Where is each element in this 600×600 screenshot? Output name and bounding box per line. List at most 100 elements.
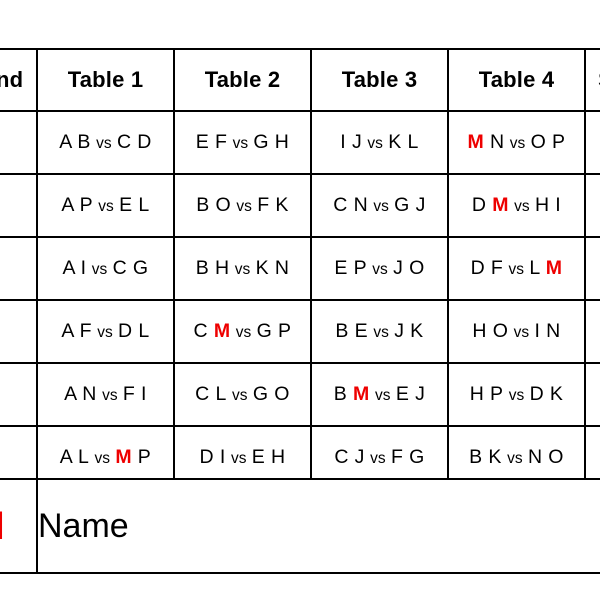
match-side: E L [119, 194, 150, 216]
vs-label: vs [509, 198, 534, 215]
match-side: E P [334, 257, 367, 279]
match-side: A I [62, 257, 86, 279]
player: J [354, 446, 365, 468]
player: F [390, 446, 404, 468]
round-number-cell [0, 173, 38, 238]
match-cell: A N vs F I [36, 362, 175, 427]
schedule-page: Round Table 1 Table 2 Table 3 Table 4 Si… [0, 0, 600, 600]
player: A [62, 257, 75, 279]
player: N [490, 131, 505, 153]
player: D [470, 257, 486, 279]
sit-out-cell [584, 173, 600, 238]
player: L [407, 131, 419, 153]
match-cell: B H vs K N [173, 236, 312, 301]
player: F [122, 383, 136, 405]
player: B [335, 320, 349, 342]
schedule-table-container: Round Table 1 Table 2 Table 3 Table 4 Si… [0, 48, 600, 490]
match-side: B E [335, 320, 368, 342]
schedule-body: A B vs C DE F vs G HI J vs K LM N vs O P… [0, 110, 600, 490]
marked-player: M [545, 257, 563, 279]
vs-label: vs [97, 387, 122, 404]
vs-label: vs [504, 261, 529, 278]
column-header-table-1: Table 1 [36, 48, 175, 112]
player: A [64, 383, 77, 405]
match-side: N O [528, 446, 564, 468]
player: E [354, 320, 369, 342]
match-side: A P [61, 194, 93, 216]
match-cell: H O vs I N [447, 299, 586, 364]
vs-label: vs [92, 324, 118, 341]
match-cell: M N vs O P [447, 110, 586, 175]
player: E [251, 446, 266, 468]
player: N [274, 257, 290, 279]
match-side: B O [196, 194, 231, 216]
vs-label: vs [93, 198, 119, 215]
player: I [555, 194, 562, 216]
sit-out-cell [584, 299, 600, 364]
player: L [215, 383, 227, 405]
player: I [340, 131, 347, 153]
match-cell: B E vs J K [310, 299, 449, 364]
marked-player: M [213, 320, 231, 342]
vs-label: vs [226, 450, 251, 467]
match-side: C G [113, 257, 149, 279]
player: P [353, 257, 367, 279]
match-side: H P [470, 383, 504, 405]
match-side: J O [393, 257, 425, 279]
vs-label: vs [367, 261, 393, 278]
match-side: E F [196, 131, 228, 153]
column-header-sit-out: Sit [584, 48, 600, 112]
player: L [138, 194, 150, 216]
vs-label: vs [369, 198, 394, 215]
vs-label: vs [509, 324, 534, 341]
player: E [119, 194, 133, 216]
player: P [137, 446, 152, 468]
match-side: H O [472, 320, 508, 342]
player: J [415, 383, 426, 405]
match-cell: I J vs K L [310, 110, 449, 175]
match-cell: H P vs D K [447, 362, 586, 427]
match-side: G O [253, 383, 290, 405]
match-side: D M [472, 194, 509, 216]
match-side: D K [530, 383, 564, 405]
table-row: A N vs F IC L vs G OB M vs E JH P vs D K [0, 362, 600, 427]
match-side: B H [196, 257, 230, 279]
column-header-table-2: Table 2 [173, 48, 312, 112]
vs-label: vs [369, 324, 394, 341]
vs-label: vs [90, 450, 115, 467]
match-cell: E P vs J O [310, 236, 449, 301]
player: O [215, 194, 232, 216]
player: B [77, 131, 91, 153]
player: L [529, 257, 540, 279]
vs-label: vs [363, 135, 388, 152]
vs-label: vs [504, 387, 529, 404]
match-cell: E F vs G H [173, 110, 312, 175]
match-side: A B [59, 131, 91, 153]
match-side: D L [118, 320, 150, 342]
match-side: J K [394, 320, 423, 342]
match-side: B K [469, 446, 502, 468]
match-side: I J [340, 131, 362, 153]
vs-label: vs [365, 450, 390, 467]
player: F [490, 257, 504, 279]
marked-player: M [115, 446, 132, 468]
match-side: M P [115, 446, 151, 468]
match-side: C M [194, 320, 231, 342]
player: K [488, 446, 502, 468]
legend-value-label: Name [36, 478, 600, 574]
player: N [82, 383, 97, 405]
player: E [195, 131, 210, 153]
match-side: I N [534, 320, 560, 342]
vs-label: vs [230, 261, 255, 278]
player: G [132, 257, 149, 279]
round-number-cell [0, 110, 38, 175]
sit-out-cell [584, 362, 600, 427]
player: I [534, 320, 541, 342]
match-cell: C N vs G J [310, 173, 449, 238]
player: A [59, 131, 72, 153]
match-side: M N [468, 131, 505, 153]
match-side: F G [391, 446, 425, 468]
player: J [351, 131, 363, 153]
schedule-table: Round Table 1 Table 2 Table 3 Table 4 Si… [0, 48, 600, 490]
player: K [549, 383, 564, 405]
